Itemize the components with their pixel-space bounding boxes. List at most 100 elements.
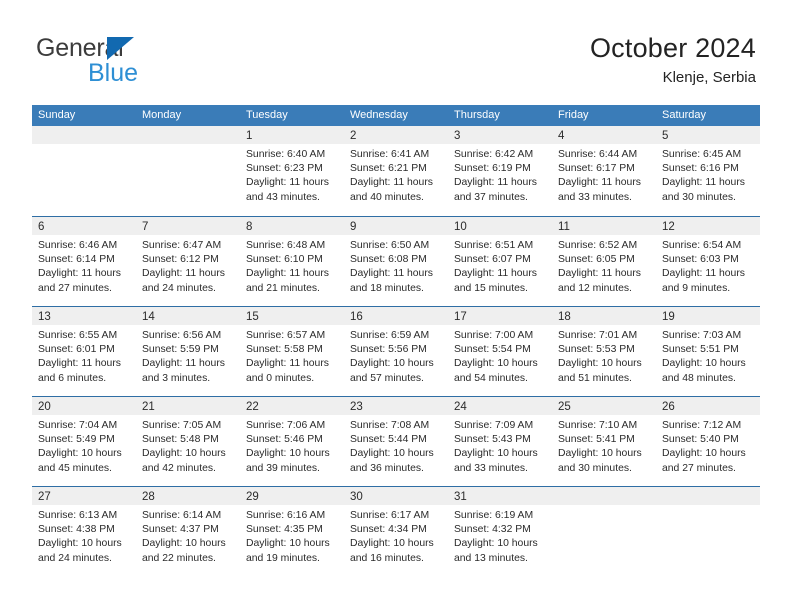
day-number-band: 5 bbox=[656, 126, 760, 144]
daylight-text-line1: Daylight: 10 hours bbox=[246, 538, 330, 550]
sunset-text: Sunset: 6:16 PM bbox=[662, 163, 739, 175]
calendar-day-cell[interactable]: 31 Sunrise: 6:19 AM Sunset: 4:32 PM Dayligh… bbox=[448, 487, 552, 576]
day-sun-info: Sunrise: 6:55 AM Sunset: 6:01 PM Daylight:… bbox=[32, 325, 136, 386]
day-number-band: 10 bbox=[448, 217, 552, 235]
calendar-day-cell[interactable]: 15 Sunrise: 6:57 AM Sunset: 5:58 PM Dayligh… bbox=[240, 307, 344, 396]
day-number-band: 31 bbox=[448, 487, 552, 505]
calendar-week-row: 27 Sunrise: 6:13 AM Sunset: 4:38 PM Dayligh… bbox=[32, 486, 760, 576]
day-sun-info: Sunrise: 6:13 AM Sunset: 4:38 PM Daylight:… bbox=[32, 505, 136, 566]
day-sun-info: Sunrise: 6:19 AM Sunset: 4:32 PM Daylight:… bbox=[448, 505, 552, 566]
sunrise-text: Sunrise: 6:50 AM bbox=[350, 240, 430, 251]
day-number: 18 bbox=[558, 311, 571, 323]
day-number: 12 bbox=[662, 221, 675, 233]
sunrise-text: Sunrise: 6:47 AM bbox=[142, 240, 222, 251]
sunset-text: Sunset: 6:21 PM bbox=[350, 163, 427, 175]
day-sun-info: Sunrise: 6:57 AM Sunset: 5:58 PM Daylight:… bbox=[240, 325, 344, 386]
calendar-day-cell[interactable]: 4 Sunrise: 6:44 AM Sunset: 6:17 PM Daylight… bbox=[552, 126, 656, 216]
calendar-day-cell[interactable]: 11 Sunrise: 6:52 AM Sunset: 6:05 PM Dayligh… bbox=[552, 217, 656, 306]
calendar-day-cell[interactable]: 30 Sunrise: 6:17 AM Sunset: 4:34 PM Dayligh… bbox=[344, 487, 448, 576]
calendar-day-cell[interactable]: 2 Sunrise: 6:41 AM Sunset: 6:21 PM Daylight… bbox=[344, 126, 448, 216]
day-sun-info: Sunrise: 6:46 AM Sunset: 6:14 PM Daylight:… bbox=[32, 235, 136, 296]
day-number: 24 bbox=[454, 401, 467, 413]
daylight-text-line1: Daylight: 10 hours bbox=[662, 358, 746, 370]
day-number: 29 bbox=[246, 491, 259, 503]
calendar-day-cell[interactable]: 26 Sunrise: 7:12 AM Sunset: 5:40 PM Dayligh… bbox=[656, 397, 760, 486]
calendar-day-cell[interactable]: 5 Sunrise: 6:45 AM Sunset: 6:16 PM Daylight… bbox=[656, 126, 760, 216]
day-number: 20 bbox=[38, 401, 51, 413]
sunset-text: Sunset: 6:01 PM bbox=[38, 344, 115, 356]
daylight-text-line2: and 12 minutes. bbox=[558, 282, 632, 294]
sunset-text: Sunset: 5:53 PM bbox=[558, 344, 635, 356]
daylight-text-line2: and 33 minutes. bbox=[558, 191, 632, 203]
daylight-text-line1: Daylight: 11 hours bbox=[246, 268, 329, 280]
calendar-day-cell[interactable]: 23 Sunrise: 7:08 AM Sunset: 5:44 PM Dayligh… bbox=[344, 397, 448, 486]
sunset-text: Sunset: 5:46 PM bbox=[246, 434, 323, 446]
calendar-day-cell[interactable]: 14 Sunrise: 6:56 AM Sunset: 5:59 PM Dayligh… bbox=[136, 307, 240, 396]
logo-text-blue: Blue bbox=[88, 59, 139, 87]
calendar-day-cell[interactable]: 27 Sunrise: 6:13 AM Sunset: 4:38 PM Dayligh… bbox=[32, 487, 136, 576]
day-number: 22 bbox=[246, 401, 259, 413]
calendar-day-cell[interactable]: 17 Sunrise: 7:00 AM Sunset: 5:54 PM Dayligh… bbox=[448, 307, 552, 396]
daylight-text-line1: Daylight: 10 hours bbox=[558, 358, 642, 370]
daylight-text-line2: and 37 minutes. bbox=[454, 191, 528, 203]
day-number: 27 bbox=[38, 491, 51, 503]
sunrise-text: Sunrise: 7:05 AM bbox=[142, 420, 222, 431]
daylight-text-line2: and 3 minutes. bbox=[142, 372, 211, 384]
sunset-text: Sunset: 6:23 PM bbox=[246, 163, 323, 175]
calendar-day-cell[interactable]: 8 Sunrise: 6:48 AM Sunset: 6:10 PM Daylight… bbox=[240, 217, 344, 306]
calendar-day-cell[interactable]: 10 Sunrise: 6:51 AM Sunset: 6:07 PM Dayligh… bbox=[448, 217, 552, 306]
calendar-day-cell[interactable]: 28 Sunrise: 6:14 AM Sunset: 4:37 PM Dayligh… bbox=[136, 487, 240, 576]
sunrise-text: Sunrise: 7:10 AM bbox=[558, 420, 638, 431]
weekday-header-tuesday: Tuesday bbox=[246, 109, 288, 121]
calendar-day-cell[interactable]: 9 Sunrise: 6:50 AM Sunset: 6:08 PM Daylight… bbox=[344, 217, 448, 306]
sunset-text: Sunset: 6:19 PM bbox=[454, 163, 531, 175]
calendar-day-cell[interactable]: 16 Sunrise: 6:59 AM Sunset: 5:56 PM Dayligh… bbox=[344, 307, 448, 396]
daylight-text-line2: and 16 minutes. bbox=[350, 552, 424, 564]
sunrise-text: Sunrise: 6:51 AM bbox=[454, 240, 534, 251]
sunset-text: Sunset: 6:08 PM bbox=[350, 254, 427, 266]
day-number-band: 26 bbox=[656, 397, 760, 415]
day-number: 21 bbox=[142, 401, 155, 413]
calendar-day-cell[interactable]: 29 Sunrise: 6:16 AM Sunset: 4:35 PM Dayligh… bbox=[240, 487, 344, 576]
calendar-day-cell[interactable]: 18 Sunrise: 7:01 AM Sunset: 5:53 PM Dayligh… bbox=[552, 307, 656, 396]
daylight-text-line2: and 36 minutes. bbox=[350, 462, 424, 474]
day-number-band: 13 bbox=[32, 307, 136, 325]
sunrise-text: Sunrise: 6:59 AM bbox=[350, 330, 430, 341]
calendar-day-cell[interactable]: 22 Sunrise: 7:06 AM Sunset: 5:46 PM Dayligh… bbox=[240, 397, 344, 486]
day-sun-info: Sunrise: 6:50 AM Sunset: 6:08 PM Daylight:… bbox=[344, 235, 448, 296]
calendar-day-cell-empty bbox=[136, 126, 240, 216]
calendar-day-cell[interactable]: 24 Sunrise: 7:09 AM Sunset: 5:43 PM Dayligh… bbox=[448, 397, 552, 486]
page-header: General Blue October 2024 Klenje, Serbia bbox=[0, 0, 792, 100]
daylight-text-line1: Daylight: 10 hours bbox=[350, 358, 434, 370]
day-number-band: 14 bbox=[136, 307, 240, 325]
day-sun-info: Sunrise: 6:42 AM Sunset: 6:19 PM Daylight:… bbox=[448, 144, 552, 205]
calendar-day-cell[interactable]: 19 Sunrise: 7:03 AM Sunset: 5:51 PM Dayligh… bbox=[656, 307, 760, 396]
sunset-text: Sunset: 5:49 PM bbox=[38, 434, 115, 446]
daylight-text-line1: Daylight: 11 hours bbox=[142, 358, 225, 370]
calendar-day-cell[interactable]: 12 Sunrise: 6:54 AM Sunset: 6:03 PM Dayligh… bbox=[656, 217, 760, 306]
sunset-text: Sunset: 6:05 PM bbox=[558, 254, 635, 266]
sunset-text: Sunset: 5:59 PM bbox=[142, 344, 219, 356]
day-sun-info: Sunrise: 7:04 AM Sunset: 5:49 PM Daylight:… bbox=[32, 415, 136, 476]
daylight-text-line1: Daylight: 11 hours bbox=[350, 268, 433, 280]
day-number-band: 4 bbox=[552, 126, 656, 144]
sunset-text: Sunset: 4:35 PM bbox=[246, 524, 323, 536]
day-sun-info: Sunrise: 6:41 AM Sunset: 6:21 PM Daylight:… bbox=[344, 144, 448, 205]
daylight-text-line1: Daylight: 11 hours bbox=[558, 177, 641, 189]
day-sun-info: Sunrise: 7:05 AM Sunset: 5:48 PM Daylight:… bbox=[136, 415, 240, 476]
calendar-day-cell[interactable]: 7 Sunrise: 6:47 AM Sunset: 6:12 PM Daylight… bbox=[136, 217, 240, 306]
sunset-text: Sunset: 6:10 PM bbox=[246, 254, 323, 266]
calendar-day-cell[interactable]: 6 Sunrise: 6:46 AM Sunset: 6:14 PM Daylight… bbox=[32, 217, 136, 306]
day-sun-info: Sunrise: 6:45 AM Sunset: 6:16 PM Daylight:… bbox=[656, 144, 760, 205]
daylight-text-line2: and 39 minutes. bbox=[246, 462, 320, 474]
calendar-day-cell[interactable]: 25 Sunrise: 7:10 AM Sunset: 5:41 PM Dayligh… bbox=[552, 397, 656, 486]
calendar-day-cell[interactable]: 1 Sunrise: 6:40 AM Sunset: 6:23 PM Daylight… bbox=[240, 126, 344, 216]
day-number: 19 bbox=[662, 311, 675, 323]
calendar-day-cell[interactable]: 21 Sunrise: 7:05 AM Sunset: 5:48 PM Dayligh… bbox=[136, 397, 240, 486]
calendar-day-cell[interactable]: 13 Sunrise: 6:55 AM Sunset: 6:01 PM Dayligh… bbox=[32, 307, 136, 396]
daylight-text-line1: Daylight: 10 hours bbox=[558, 448, 642, 460]
calendar-day-cell[interactable]: 3 Sunrise: 6:42 AM Sunset: 6:19 PM Daylight… bbox=[448, 126, 552, 216]
daylight-text-line2: and 51 minutes. bbox=[558, 372, 632, 384]
calendar-day-cell[interactable]: 20 Sunrise: 7:04 AM Sunset: 5:49 PM Dayligh… bbox=[32, 397, 136, 486]
day-number: 26 bbox=[662, 401, 675, 413]
